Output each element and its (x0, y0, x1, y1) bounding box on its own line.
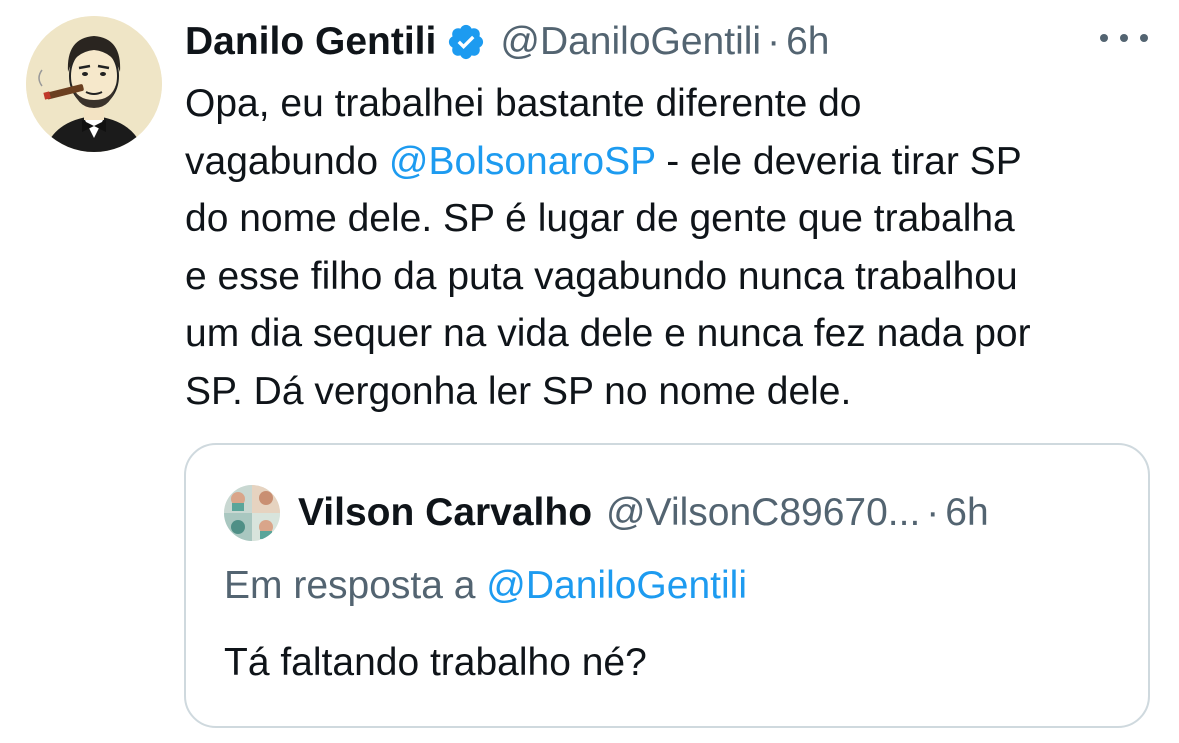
mention-link[interactable]: @BolsonaroSP (389, 140, 656, 183)
photo-collage-avatar-icon (224, 485, 280, 541)
tweet[interactable]: Danilo Gentili @DaniloGentili · 6h Opa, … (0, 0, 1179, 743)
more-dot (1140, 34, 1148, 42)
reply-prefix: Em resposta a (224, 564, 487, 607)
quoted-author-display-name[interactable]: Vilson Carvalho (298, 491, 592, 535)
tweet-body-line: e esse filho da puta vagabundo nunca tra… (185, 254, 1018, 298)
quoted-tweet-text: Tá faltando trabalho né? (224, 641, 647, 684)
tweet-body-text: - ele deveria tirar SP (655, 139, 1022, 183)
tweet-body: Opa, eu trabalhei bastante diferente do … (185, 75, 1160, 420)
quoted-author-avatar[interactable] (224, 485, 280, 541)
tweet-body-text: vagabundo (185, 139, 389, 183)
cartoon-man-with-cigar-avatar-icon (26, 16, 162, 152)
reply-mention-link[interactable]: @DaniloGentili (486, 564, 747, 607)
quoted-header-separator: · (926, 491, 940, 534)
quoted-tweet-timestamp[interactable]: 6h (945, 491, 988, 535)
tweet-body-line: SP. Dá vergonha ler SP no nome dele. (185, 369, 852, 413)
quoted-tweet-card[interactable]: Vilson Carvalho @VilsonC89670... · 6h Em… (184, 443, 1150, 728)
author-avatar[interactable] (26, 16, 162, 152)
quoted-author-handle[interactable]: @VilsonC89670... (606, 491, 920, 535)
author-display-name[interactable]: Danilo Gentili (185, 14, 436, 70)
author-handle[interactable]: @DaniloGentili (500, 14, 761, 70)
tweet-body-line: do nome dele. SP é lugar de gente que tr… (185, 197, 1015, 240)
header-separator: · (767, 20, 781, 63)
verified-badge-icon[interactable] (446, 22, 486, 62)
tweet-header: Danilo Gentili @DaniloGentili · 6h (185, 14, 829, 70)
more-dot (1120, 34, 1128, 42)
tweet-body-line: um dia sequer na vida dele e nunca fez n… (185, 312, 1031, 355)
reply-context: Em resposta a @DaniloGentili (224, 558, 747, 614)
tweet-timestamp[interactable]: 6h (786, 14, 829, 70)
quoted-tweet-header: Vilson Carvalho @VilsonC89670... · 6h (298, 485, 989, 541)
tweet-body-line: Opa, eu trabalhei bastante diferente do (185, 82, 862, 125)
tweet-body-line: vagabundo @BolsonaroSP - ele deveria tir… (185, 133, 1160, 191)
more-dot (1100, 34, 1108, 42)
more-horizontal-icon[interactable] (1100, 26, 1148, 50)
